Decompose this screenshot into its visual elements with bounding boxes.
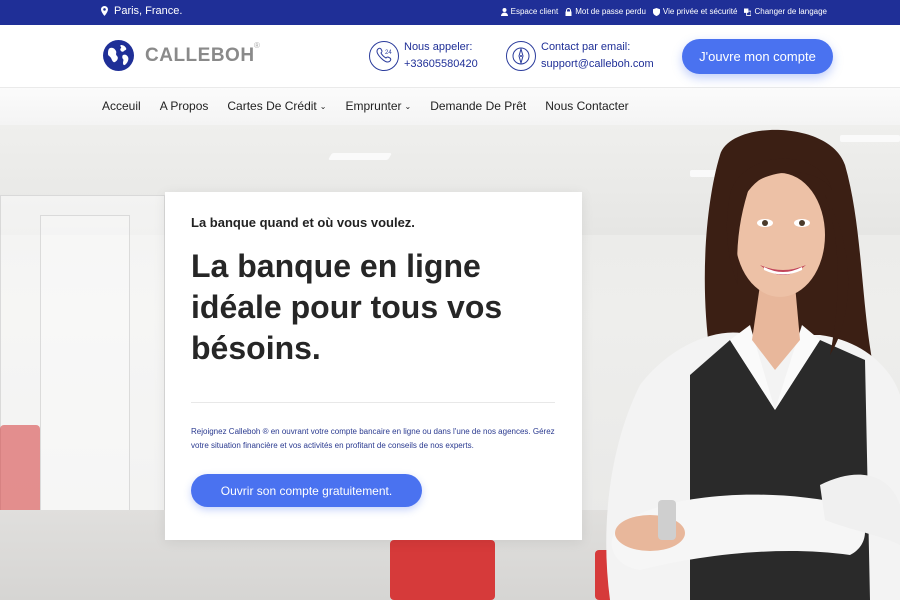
- hero-tagline: La banque quand et où vous voulez.: [191, 215, 415, 230]
- nav-label: Nous Contacter: [545, 99, 629, 113]
- lock-icon: [565, 7, 572, 16]
- phone-value[interactable]: +33605580420: [404, 56, 478, 73]
- ceiling-light: [327, 153, 393, 160]
- phone-label: Nous appeler:: [404, 41, 473, 53]
- translate-icon: [744, 8, 752, 16]
- nav-item-acceuil[interactable]: Acceuil: [102, 99, 141, 113]
- nav-item-a-propos[interactable]: A Propos: [160, 99, 209, 113]
- logo[interactable]: CALLEBOH ®: [102, 39, 260, 72]
- link-mot-de-passe[interactable]: Mot de passe perdu: [565, 7, 646, 16]
- nav-label: Demande De Prêt: [430, 99, 527, 113]
- top-bar: Paris, France. Espace client Mot de pass…: [0, 0, 900, 25]
- shield-icon: [652, 7, 660, 16]
- phone-contact[interactable]: 24 Nous appeler: +33605580420: [369, 39, 478, 73]
- glass-wall: [40, 215, 130, 515]
- hero-card: La banque quand et où vous voulez. La ba…: [165, 192, 582, 540]
- chevron-down-icon: ⌄: [404, 101, 412, 111]
- red-chair: [390, 540, 495, 600]
- location-text: Paris, France.: [114, 5, 183, 17]
- registered-mark: ®: [254, 41, 260, 50]
- woman-photo: [606, 129, 900, 600]
- link-vie-privee[interactable]: Vie privée et sécurité: [652, 7, 738, 16]
- nav-item-contact[interactable]: Nous Contacter: [545, 99, 628, 113]
- link-label: Mot de passe perdu: [575, 7, 646, 16]
- open-free-account-button[interactable]: Ouvrir son compte gratuitement.: [191, 474, 422, 507]
- globe-logo-icon: [103, 40, 134, 71]
- email-contact[interactable]: Contact par email: support@calleboh.com: [506, 39, 654, 73]
- nav-label: A Propos: [159, 99, 209, 113]
- link-label: Vie privée et sécurité: [662, 7, 738, 16]
- nav-label: Cartes De Crédit: [227, 99, 317, 113]
- divider: [191, 402, 555, 403]
- user-icon: [500, 7, 508, 16]
- link-label: Changer de langage: [754, 7, 827, 16]
- link-changer-langage[interactable]: Changer de langage: [744, 7, 827, 16]
- compass-icon: [506, 41, 536, 71]
- nav-item-demande-pret[interactable]: Demande De Prêt: [430, 99, 526, 113]
- top-links: Espace client Mot de passe perdu Vie pri…: [500, 7, 827, 16]
- brand-name: CALLEBOH: [145, 44, 255, 66]
- link-espace-client[interactable]: Espace client: [500, 7, 559, 16]
- chevron-down-icon: ⌄: [319, 101, 327, 111]
- map-pin-icon: [101, 6, 108, 16]
- hero-description: Rejoignez Calleboh ® en ouvrant votre co…: [191, 427, 555, 450]
- email-label: Contact par email:: [541, 41, 631, 53]
- phone-24-icon: 24: [369, 41, 399, 71]
- open-account-button[interactable]: J'ouvre mon compte: [682, 39, 833, 74]
- nav-item-emprunter[interactable]: Emprunter ⌄: [345, 99, 411, 113]
- svg-text:24: 24: [385, 50, 392, 56]
- location: Paris, France.: [101, 5, 182, 17]
- nav-item-cartes-credit[interactable]: Cartes De Crédit ⌄: [227, 99, 326, 113]
- nav-label: Acceuil: [102, 99, 141, 113]
- main-nav: Acceuil A Propos Cartes De Crédit ⌄ Empru…: [0, 88, 900, 125]
- link-label: Espace client: [510, 7, 559, 16]
- header: CALLEBOH ® 24 Nous appeler: +33605580420…: [0, 25, 900, 88]
- hero-headline: La banque en ligne idéale pour tous vos …: [191, 248, 503, 366]
- email-value[interactable]: support@calleboh.com: [541, 56, 654, 73]
- nav-label: Emprunter: [345, 99, 402, 113]
